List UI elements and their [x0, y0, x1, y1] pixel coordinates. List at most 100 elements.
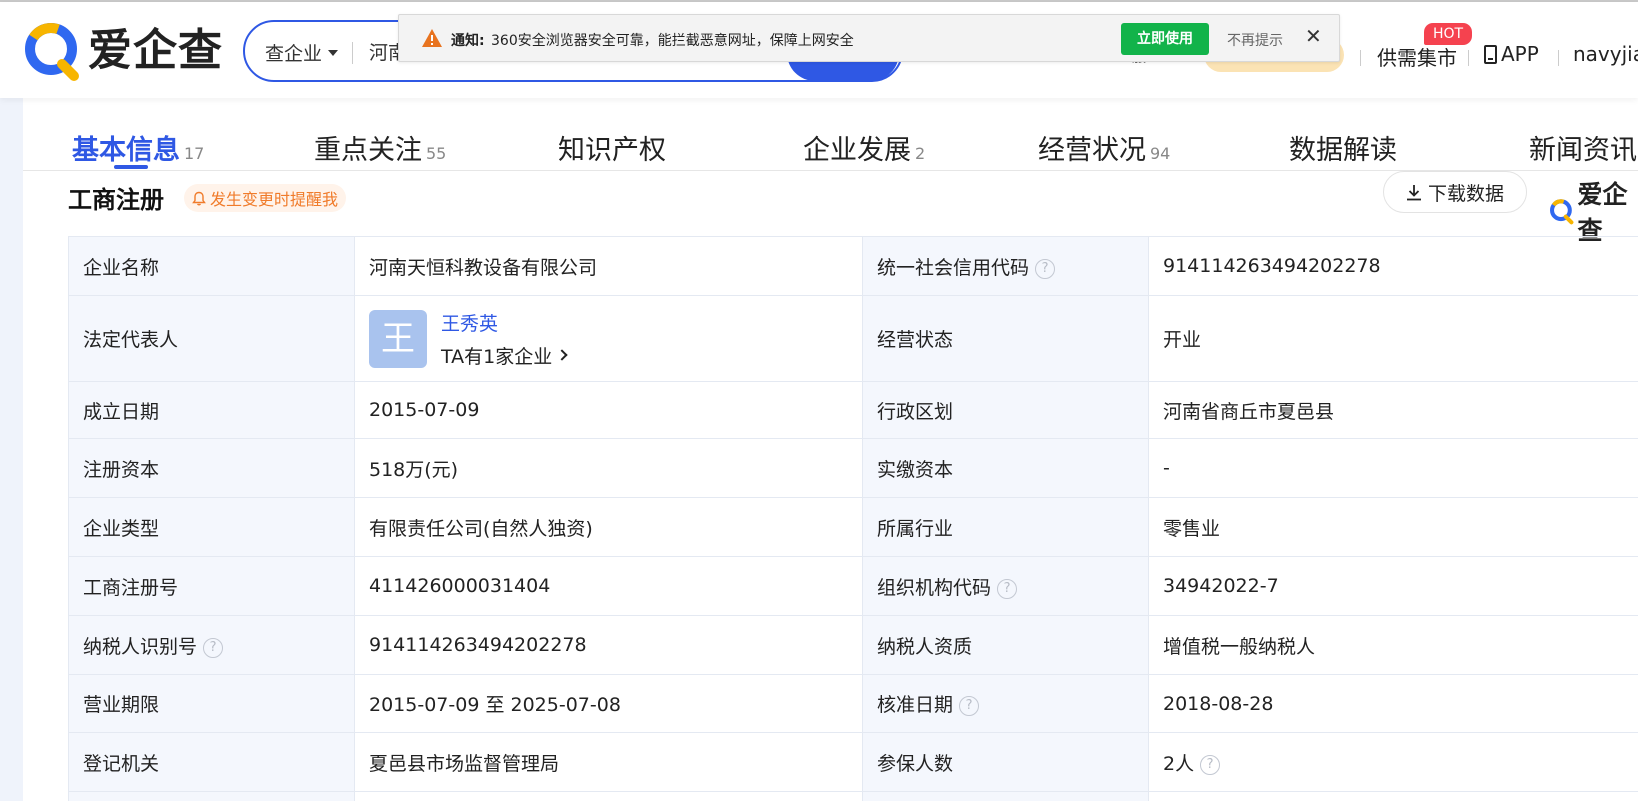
legal-rep-cell: 王 王秀英 TA有1家企业: [354, 295, 863, 382]
table-row: 工商注册号 411426000031404 组织机构代码? 34942022-7: [68, 556, 1638, 616]
field-label-text: 纳税人识别号: [83, 635, 198, 658]
field-label: 经营状态: [862, 295, 1149, 382]
download-label: 下载数据: [1427, 182, 1504, 205]
table-row: 成立日期 2015-07-09 行政区划 河南省商丘市夏邑县: [68, 381, 1638, 439]
caret-down-icon: [328, 49, 339, 56]
field-label: 法定代表人: [68, 295, 355, 382]
field-value: [354, 791, 863, 801]
field-value: 914114263494202278: [1148, 236, 1638, 296]
field-label: 登记机关: [68, 732, 355, 792]
field-label-text: 统一社会信用代码: [877, 256, 1030, 279]
legal-rep: 王 王秀英 TA有1家企业: [369, 309, 862, 369]
field-label: 企业类型: [68, 497, 355, 557]
tab-label: 企业发展: [803, 135, 911, 166]
chevron-right-icon: [556, 349, 568, 361]
tab-key-focus[interactable]: 重点关注 55: [314, 128, 446, 167]
nav-supply-market[interactable]: 供需集市: [1377, 42, 1457, 71]
notice-text: 360安全浏览器安全可靠，能拦截恶意网址，保障上网安全: [491, 33, 854, 49]
user-name[interactable]: navyjian: [1573, 42, 1638, 66]
search-type-label: 查企业: [265, 43, 323, 65]
header-divider: [1468, 50, 1469, 66]
field-label: 纳税人识别号?: [68, 615, 355, 675]
question-icon[interactable]: ?: [1035, 258, 1056, 279]
left-sidebar-strip: [0, 98, 23, 801]
change-remind-button[interactable]: 发生变更时提醒我: [184, 184, 347, 212]
notice-title: 通知:: [451, 33, 485, 49]
tab-label: 重点关注: [314, 135, 422, 166]
tab-label: 新闻资讯: [1529, 135, 1637, 166]
download-data-button[interactable]: 下载数据: [1383, 171, 1527, 213]
dont-remind-link[interactable]: 不再提示: [1227, 30, 1283, 50]
table-row: 法定代表人 王 王秀英 TA有1家企业 经营状态 开业: [68, 295, 1638, 382]
tab-label: 数据解读: [1289, 135, 1397, 166]
field-label: 核准日期?: [862, 674, 1149, 733]
field-label: 营业期限: [68, 674, 355, 733]
field-value-with-help: 2人?: [1148, 732, 1638, 792]
tab-data-insight[interactable]: 数据解读: [1289, 128, 1397, 167]
field-label: [68, 791, 355, 801]
field-label: 纳税人资质: [862, 615, 1149, 675]
field-value: 零售业: [1148, 497, 1638, 557]
section-tabs: 基本信息 17 重点关注 55 知识产权 企业发展 2 经营状况 94 数据解读 新闻资…: [23, 98, 1638, 171]
field-label: 行政区划: [862, 381, 1149, 439]
site-logo[interactable]: 爱企查: [22, 20, 223, 82]
tab-operations[interactable]: 经营状况 94: [1038, 128, 1170, 167]
field-value: -: [1148, 438, 1638, 498]
legal-rep-companies-text: TA有1家企业: [441, 345, 553, 368]
legal-rep-name[interactable]: 王秀英: [441, 309, 566, 336]
avatar[interactable]: 王: [369, 309, 427, 368]
field-label: 成立日期: [68, 381, 355, 439]
field-value: 518万(元): [354, 438, 863, 498]
question-icon[interactable]: ?: [1200, 754, 1221, 775]
business-registration-table: 企业名称 河南天恒科教设备有限公司 统一社会信用代码? 914114263494…: [68, 236, 1638, 801]
nav-app-label: APP: [1501, 42, 1539, 66]
question-icon[interactable]: ?: [203, 637, 224, 658]
active-tab-indicator: [114, 165, 148, 169]
field-value: 河南省商丘市夏邑县: [1148, 381, 1638, 439]
field-value: 914114263494202278: [354, 615, 863, 675]
field-value: 河南天恒科教设备有限公司: [354, 236, 863, 296]
tab-count: 2: [915, 144, 926, 163]
legal-rep-companies-link[interactable]: TA有1家企业: [441, 342, 568, 369]
search-type-select[interactable]: 查企业: [265, 39, 339, 66]
field-value: 2015-07-09: [354, 381, 863, 439]
field-value: 有限责任公司(自然人独资): [354, 497, 863, 557]
table-row: 纳税人识别号? 914114263494202278 纳税人资质 增值税一般纳税…: [68, 615, 1638, 675]
search-divider: [352, 42, 353, 64]
field-label: 工商注册号: [68, 556, 355, 616]
tab-basic-info[interactable]: 基本信息 17: [72, 128, 204, 167]
tab-ip[interactable]: 知识产权: [558, 128, 666, 167]
field-label: 实缴资本: [862, 438, 1149, 498]
warning-icon: [422, 29, 442, 47]
phone-icon: [1484, 44, 1497, 64]
question-icon[interactable]: ?: [959, 696, 980, 716]
tab-development[interactable]: 企业发展 2: [803, 128, 925, 167]
field-label: 组织机构代码?: [862, 556, 1149, 616]
field-value: 34942022-7: [1148, 556, 1638, 616]
use-now-button[interactable]: 立即使用: [1121, 23, 1209, 55]
table-row: [68, 791, 1638, 801]
field-value: 2015-07-09 至 2025-07-08: [354, 674, 863, 733]
table-row: 营业期限 2015-07-09 至 2025-07-08 核准日期? 2018-…: [68, 674, 1638, 733]
bell-icon: [192, 191, 206, 205]
tab-label: 经营状况: [1038, 135, 1146, 166]
tab-label: 基本信息: [72, 135, 180, 166]
nav-app[interactable]: APP: [1484, 42, 1539, 66]
question-icon[interactable]: ?: [997, 578, 1018, 599]
table-row: 企业类型 有限责任公司(自然人独资) 所属行业 零售业: [68, 497, 1638, 557]
field-label-text: 核准日期: [877, 694, 954, 716]
tab-news[interactable]: 新闻资讯: [1529, 128, 1637, 167]
header-divider: [1558, 50, 1559, 66]
close-icon[interactable]: ✕: [1305, 26, 1322, 46]
remind-label: 发生变更时提醒我: [210, 190, 339, 209]
aiqicha-logo-icon: [25, 23, 79, 81]
tab-label: 知识产权: [558, 135, 666, 166]
field-value: 夏邑县市场监督管理局: [354, 732, 863, 792]
tab-count: 94: [1150, 144, 1171, 163]
field-value: 开业: [1148, 295, 1638, 382]
table-row: 登记机关 夏邑县市场监督管理局 参保人数 2人?: [68, 732, 1638, 792]
browser-notice-bar: 通知: 360安全浏览器安全可靠，能拦截恶意网址，保障上网安全 立即使用 不再提…: [398, 14, 1340, 62]
logo-text: 爱企查: [88, 25, 223, 76]
field-label: 所属行业: [862, 497, 1149, 557]
field-value: 增值税一般纳税人: [1148, 615, 1638, 675]
